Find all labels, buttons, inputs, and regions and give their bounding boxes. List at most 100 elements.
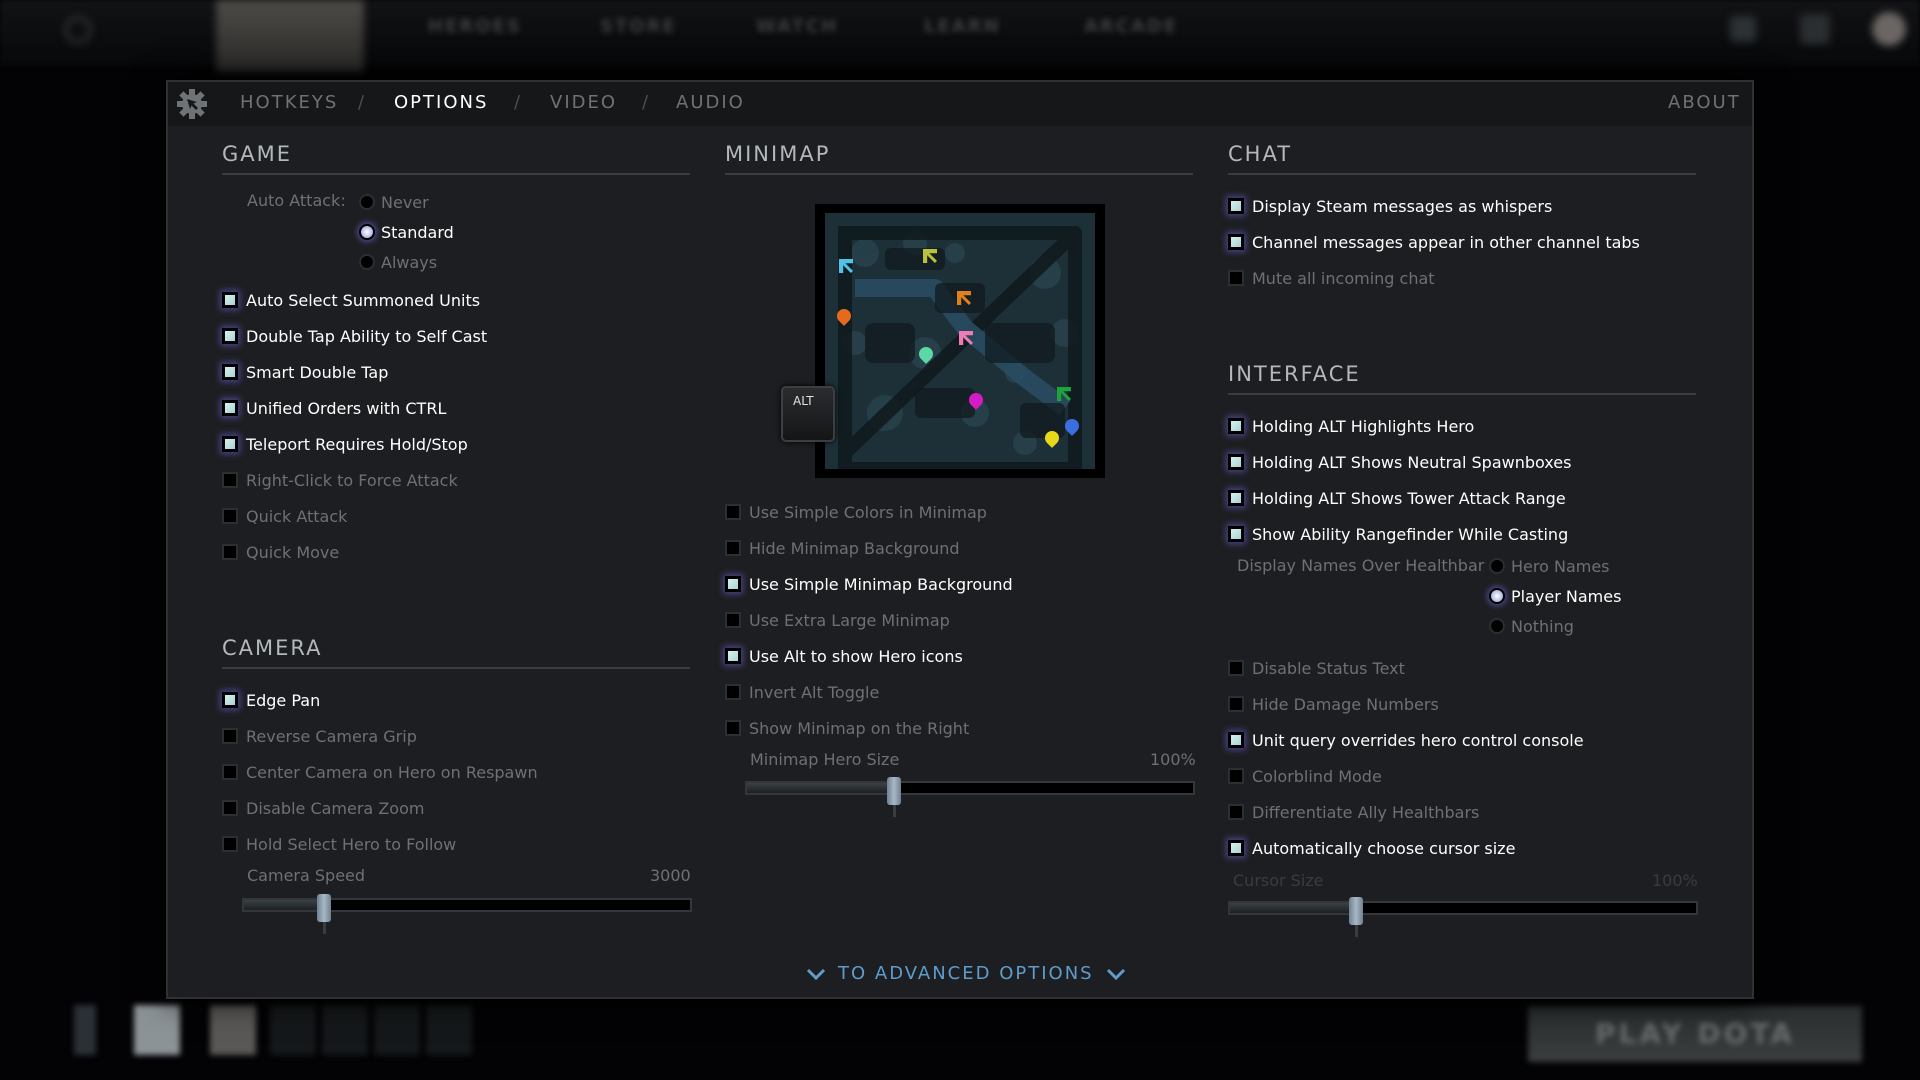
checkbox-unified-orders-with-ctrl[interactable]: Unified Orders with CTRL — [222, 396, 446, 420]
checkbox-checked-icon[interactable] — [725, 648, 741, 664]
minimap-image — [825, 213, 1095, 469]
checkbox-unchecked-icon[interactable] — [222, 508, 238, 524]
checkbox-checked-icon[interactable] — [1228, 732, 1244, 748]
alt-key-label: ALT — [793, 394, 814, 408]
radio-unselected-icon[interactable] — [1489, 558, 1505, 574]
slider-thumb[interactable] — [317, 894, 331, 922]
checkbox-unchecked-icon[interactable] — [1228, 768, 1244, 784]
checkbox-use-alt-to-show-hero-icons[interactable]: Use Alt to show Hero icons — [725, 644, 963, 668]
checkbox-use-simple-minimap-background[interactable]: Use Simple Minimap Background — [725, 572, 1013, 596]
checkbox-holding-alt-shows-tower-attack-range[interactable]: Holding ALT Shows Tower Attack Range — [1228, 486, 1566, 510]
checkbox-unchecked-icon[interactable] — [222, 472, 238, 488]
checkbox-checked-icon[interactable] — [1228, 418, 1244, 434]
checkbox-display-steam-messages-as-whispers[interactable]: Display Steam messages as whispers — [1228, 194, 1552, 218]
tab-options[interactable]: OPTIONS — [394, 92, 488, 113]
checkbox-hide-minimap-background[interactable]: Hide Minimap Background — [725, 536, 959, 560]
background-slot — [134, 1005, 180, 1055]
radio-standard[interactable]: Standard — [359, 220, 454, 244]
minimap-hero-size-slider[interactable] — [745, 777, 1195, 817]
radio-always[interactable]: Always — [359, 250, 437, 274]
checkbox-holding-alt-highlights-hero[interactable]: Holding ALT Highlights Hero — [1228, 414, 1474, 438]
checkbox-checked-icon[interactable] — [725, 576, 741, 592]
checkbox-checked-icon[interactable] — [222, 436, 238, 452]
slider-thumb[interactable] — [887, 777, 901, 805]
checkbox-quick-move[interactable]: Quick Move — [222, 540, 339, 564]
checkbox-show-ability-rangefinder-while-casting[interactable]: Show Ability Rangefinder While Casting — [1228, 522, 1568, 546]
gear-icon[interactable] — [176, 88, 208, 120]
checkbox-smart-double-tap[interactable]: Smart Double Tap — [222, 360, 388, 384]
checkbox-unit-query-overrides-hero-control-console[interactable]: Unit query overrides hero control consol… — [1228, 728, 1584, 752]
checkbox-unchecked-icon[interactable] — [222, 764, 238, 780]
checkbox-checked-icon[interactable] — [1228, 234, 1244, 250]
checkbox-unchecked-icon[interactable] — [222, 800, 238, 816]
radio-player-names[interactable]: Player Names — [1489, 584, 1621, 608]
checkbox-channel-messages-appear-in-other-channel-tabs[interactable]: Channel messages appear in other channel… — [1228, 230, 1640, 254]
checkbox-right-click-to-force-attack[interactable]: Right-Click to Force Attack — [222, 468, 458, 492]
checkbox-teleport-requires-hold-stop[interactable]: Teleport Requires Hold/Stop — [222, 432, 468, 456]
radio-selected-icon[interactable] — [359, 224, 375, 240]
checkbox-invert-alt-toggle[interactable]: Invert Alt Toggle — [725, 680, 879, 704]
checkbox-checked-icon[interactable] — [222, 292, 238, 308]
checkbox-mute-all-incoming-chat[interactable]: Mute all incoming chat — [1228, 266, 1435, 290]
checkbox-hide-damage-numbers[interactable]: Hide Damage Numbers — [1228, 692, 1439, 716]
checkbox-unchecked-icon[interactable] — [725, 540, 741, 556]
checkbox-use-extra-large-minimap[interactable]: Use Extra Large Minimap — [725, 608, 950, 632]
checkbox-automatically-choose-cursor-size[interactable]: Automatically choose cursor size — [1228, 836, 1515, 860]
radio-selected-icon[interactable] — [1489, 588, 1505, 604]
checkbox-checked-icon[interactable] — [1228, 490, 1244, 506]
radio-never[interactable]: Never — [359, 190, 429, 214]
checkbox-checked-icon[interactable] — [1228, 526, 1244, 542]
checkbox-unchecked-icon[interactable] — [222, 544, 238, 560]
checkbox-unchecked-icon[interactable] — [725, 612, 741, 628]
cursor-size-value: 100% — [1652, 871, 1698, 890]
checkbox-checked-icon[interactable] — [1228, 454, 1244, 470]
checkbox-reverse-camera-grip[interactable]: Reverse Camera Grip — [222, 724, 417, 748]
about-link[interactable]: ABOUT — [1668, 92, 1741, 113]
radio-unselected-icon[interactable] — [359, 254, 375, 270]
camera-speed-slider[interactable] — [242, 894, 692, 934]
checkbox-unchecked-icon[interactable] — [725, 684, 741, 700]
checkbox-unchecked-icon[interactable] — [1228, 804, 1244, 820]
checkbox-checked-icon[interactable] — [222, 400, 238, 416]
radio-hero-names[interactable]: Hero Names — [1489, 554, 1610, 578]
to-advanced-options-link[interactable]: TO ADVANCED OPTIONS — [806, 963, 1126, 984]
checkbox-differentiate-ally-healthbars[interactable]: Differentiate Ally Healthbars — [1228, 800, 1479, 824]
checkbox-hold-select-hero-to-follow[interactable]: Hold Select Hero to Follow — [222, 832, 456, 856]
checkbox-unchecked-icon[interactable] — [1228, 270, 1244, 286]
game-section-title: GAME — [222, 142, 293, 166]
checkbox-unchecked-icon[interactable] — [222, 836, 238, 852]
radio-unselected-icon[interactable] — [1489, 618, 1505, 634]
checkbox-checked-icon[interactable] — [222, 692, 238, 708]
checkbox-unchecked-icon[interactable] — [1228, 660, 1244, 676]
checkbox-auto-select-summoned-units[interactable]: Auto Select Summoned Units — [222, 288, 480, 312]
tab-hotkeys[interactable]: HOTKEYS — [240, 92, 338, 113]
checkbox-disable-status-text[interactable]: Disable Status Text — [1228, 656, 1405, 680]
checkbox-checked-icon[interactable] — [1228, 198, 1244, 214]
camera-section-divider — [222, 667, 690, 669]
checkbox-unchecked-icon[interactable] — [1228, 696, 1244, 712]
checkbox-edge-pan[interactable]: Edge Pan — [222, 688, 320, 712]
radio-nothing[interactable]: Nothing — [1489, 614, 1574, 638]
cursor-size-slider[interactable] — [1228, 897, 1698, 937]
checkbox-label: Show Ability Rangefinder While Casting — [1252, 524, 1569, 544]
checkbox-double-tap-ability-to-self-cast[interactable]: Double Tap Ability to Self Cast — [222, 324, 487, 348]
checkbox-disable-camera-zoom[interactable]: Disable Camera Zoom — [222, 796, 424, 820]
play-dota-button[interactable]: PLAY DOTA — [1528, 1006, 1862, 1062]
checkbox-use-simple-colors-in-minimap[interactable]: Use Simple Colors in Minimap — [725, 500, 987, 524]
checkbox-checked-icon[interactable] — [222, 328, 238, 344]
slider-thumb[interactable] — [1349, 897, 1363, 925]
checkbox-quick-attack[interactable]: Quick Attack — [222, 504, 347, 528]
checkbox-unchecked-icon[interactable] — [222, 728, 238, 744]
chat-section-title: CHAT — [1228, 142, 1293, 166]
checkbox-checked-icon[interactable] — [1228, 840, 1244, 856]
checkbox-holding-alt-shows-neutral-spawnboxes[interactable]: Holding ALT Shows Neutral Spawnboxes — [1228, 450, 1571, 474]
radio-unselected-icon[interactable] — [359, 194, 375, 210]
checkbox-unchecked-icon[interactable] — [725, 720, 741, 736]
checkbox-center-camera-on-hero-on-respawn[interactable]: Center Camera on Hero on Respawn — [222, 760, 538, 784]
checkbox-unchecked-icon[interactable] — [725, 504, 741, 520]
tab-video[interactable]: VIDEO — [550, 92, 617, 113]
checkbox-checked-icon[interactable] — [222, 364, 238, 380]
checkbox-colorblind-mode[interactable]: Colorblind Mode — [1228, 764, 1382, 788]
tab-audio[interactable]: AUDIO — [676, 92, 745, 113]
checkbox-show-minimap-on-the-right[interactable]: Show Minimap on the Right — [725, 716, 969, 740]
